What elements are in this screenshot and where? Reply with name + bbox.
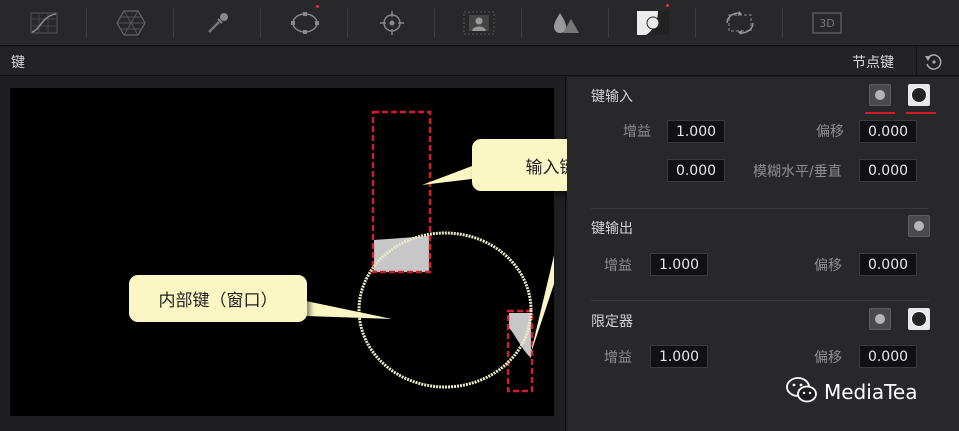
qualifier-toggle-button[interactable]	[869, 308, 891, 330]
qualifier-gain-label: 增益	[604, 350, 632, 366]
blur-tool[interactable]	[522, 0, 609, 46]
sizing-icon	[725, 11, 755, 35]
key-output-toggle-button[interactable]	[908, 215, 930, 237]
key-preview-drawing	[306, 110, 554, 393]
3d-icon: 3D	[811, 12, 842, 34]
qualifier-invert-button[interactable]	[908, 308, 930, 330]
toggle-dot-icon	[875, 314, 885, 324]
qualifier-gain-field[interactable]: 1.000	[650, 345, 708, 368]
key-output-gain-label: 增益	[604, 258, 632, 274]
key-input-blur-label: 模糊水平/垂直	[753, 164, 842, 180]
tracker-icon	[379, 10, 405, 36]
invert-underline	[906, 112, 936, 114]
qualifier-tool[interactable]	[174, 0, 261, 46]
curves-icon	[30, 12, 58, 34]
key-input-offset-label: 偏移	[816, 124, 844, 140]
callout-internal-key-text: 内部键（窗口）	[158, 291, 278, 311]
key-input-invert-button[interactable]	[908, 84, 930, 106]
qualifier-offset-field[interactable]: 0.000	[859, 345, 917, 368]
key-input-toggle-button[interactable]	[869, 84, 891, 106]
key-tool[interactable]	[609, 0, 696, 46]
magic-mask-icon	[463, 11, 495, 35]
watermark-text: MediaTea	[824, 380, 918, 404]
invert-dot-icon	[912, 88, 926, 102]
key-icon	[636, 10, 670, 36]
qualifier-offset-label: 偏移	[814, 350, 842, 366]
sizing-tool[interactable]	[696, 0, 783, 46]
callout-internal-key: 内部键（窗口）	[129, 275, 307, 322]
curves-tool[interactable]	[0, 0, 87, 46]
tracker-tool[interactable]	[348, 0, 435, 46]
node-key-label: 节点键	[852, 55, 894, 71]
power-window-icon	[290, 11, 320, 35]
section-divider	[591, 208, 929, 209]
key-preview: 输入键 内部键（窗口）	[10, 88, 630, 416]
key-output-offset-label: 偏移	[814, 258, 842, 274]
key-viewer-area: 输入键 内部键（窗口）	[0, 77, 630, 431]
toggle-underline	[865, 112, 895, 114]
key-palette-header: 键 节点键	[0, 47, 959, 76]
watermark: MediaTea	[786, 376, 917, 408]
toolbar: 3D	[0, 0, 959, 46]
callout-internal-pointer	[306, 301, 392, 319]
toggle-dot-icon	[914, 221, 924, 231]
color-warper-icon	[115, 10, 146, 36]
svg-text:3D: 3D	[819, 17, 834, 30]
section-divider	[591, 300, 929, 301]
key-overlap-top	[374, 236, 429, 272]
color-warper-tool[interactable]	[87, 0, 174, 46]
window-tool[interactable]	[261, 0, 348, 46]
key-output-title: 键输出	[591, 221, 633, 237]
magic-mask-tool[interactable]	[435, 0, 522, 46]
key-input-blur-field[interactable]: 0.000	[859, 159, 917, 182]
blur-icon	[552, 11, 580, 35]
wechat-icon	[786, 376, 818, 408]
toggle-dot-icon	[875, 90, 885, 100]
key-input-title: 键输入	[591, 89, 633, 105]
invert-dot-icon	[912, 312, 926, 326]
key-input-row2-field[interactable]: 0.000	[667, 159, 725, 182]
reset-icon[interactable]	[924, 52, 944, 72]
palette-title: 键	[11, 55, 25, 71]
key-output-gain-field[interactable]: 1.000	[650, 253, 708, 276]
qualifier-title: 限定器	[591, 314, 633, 330]
key-input-gain-label: 增益	[623, 124, 651, 140]
callout-input-pointer-2	[530, 255, 554, 356]
qualifier-eyedropper-icon	[206, 11, 230, 35]
key-input-offset-field[interactable]: 0.000	[859, 120, 917, 143]
key-output-offset-field[interactable]: 0.000	[859, 253, 917, 276]
key-input-gain-field[interactable]: 1.000	[667, 120, 725, 143]
3d-tool[interactable]: 3D	[783, 0, 870, 46]
